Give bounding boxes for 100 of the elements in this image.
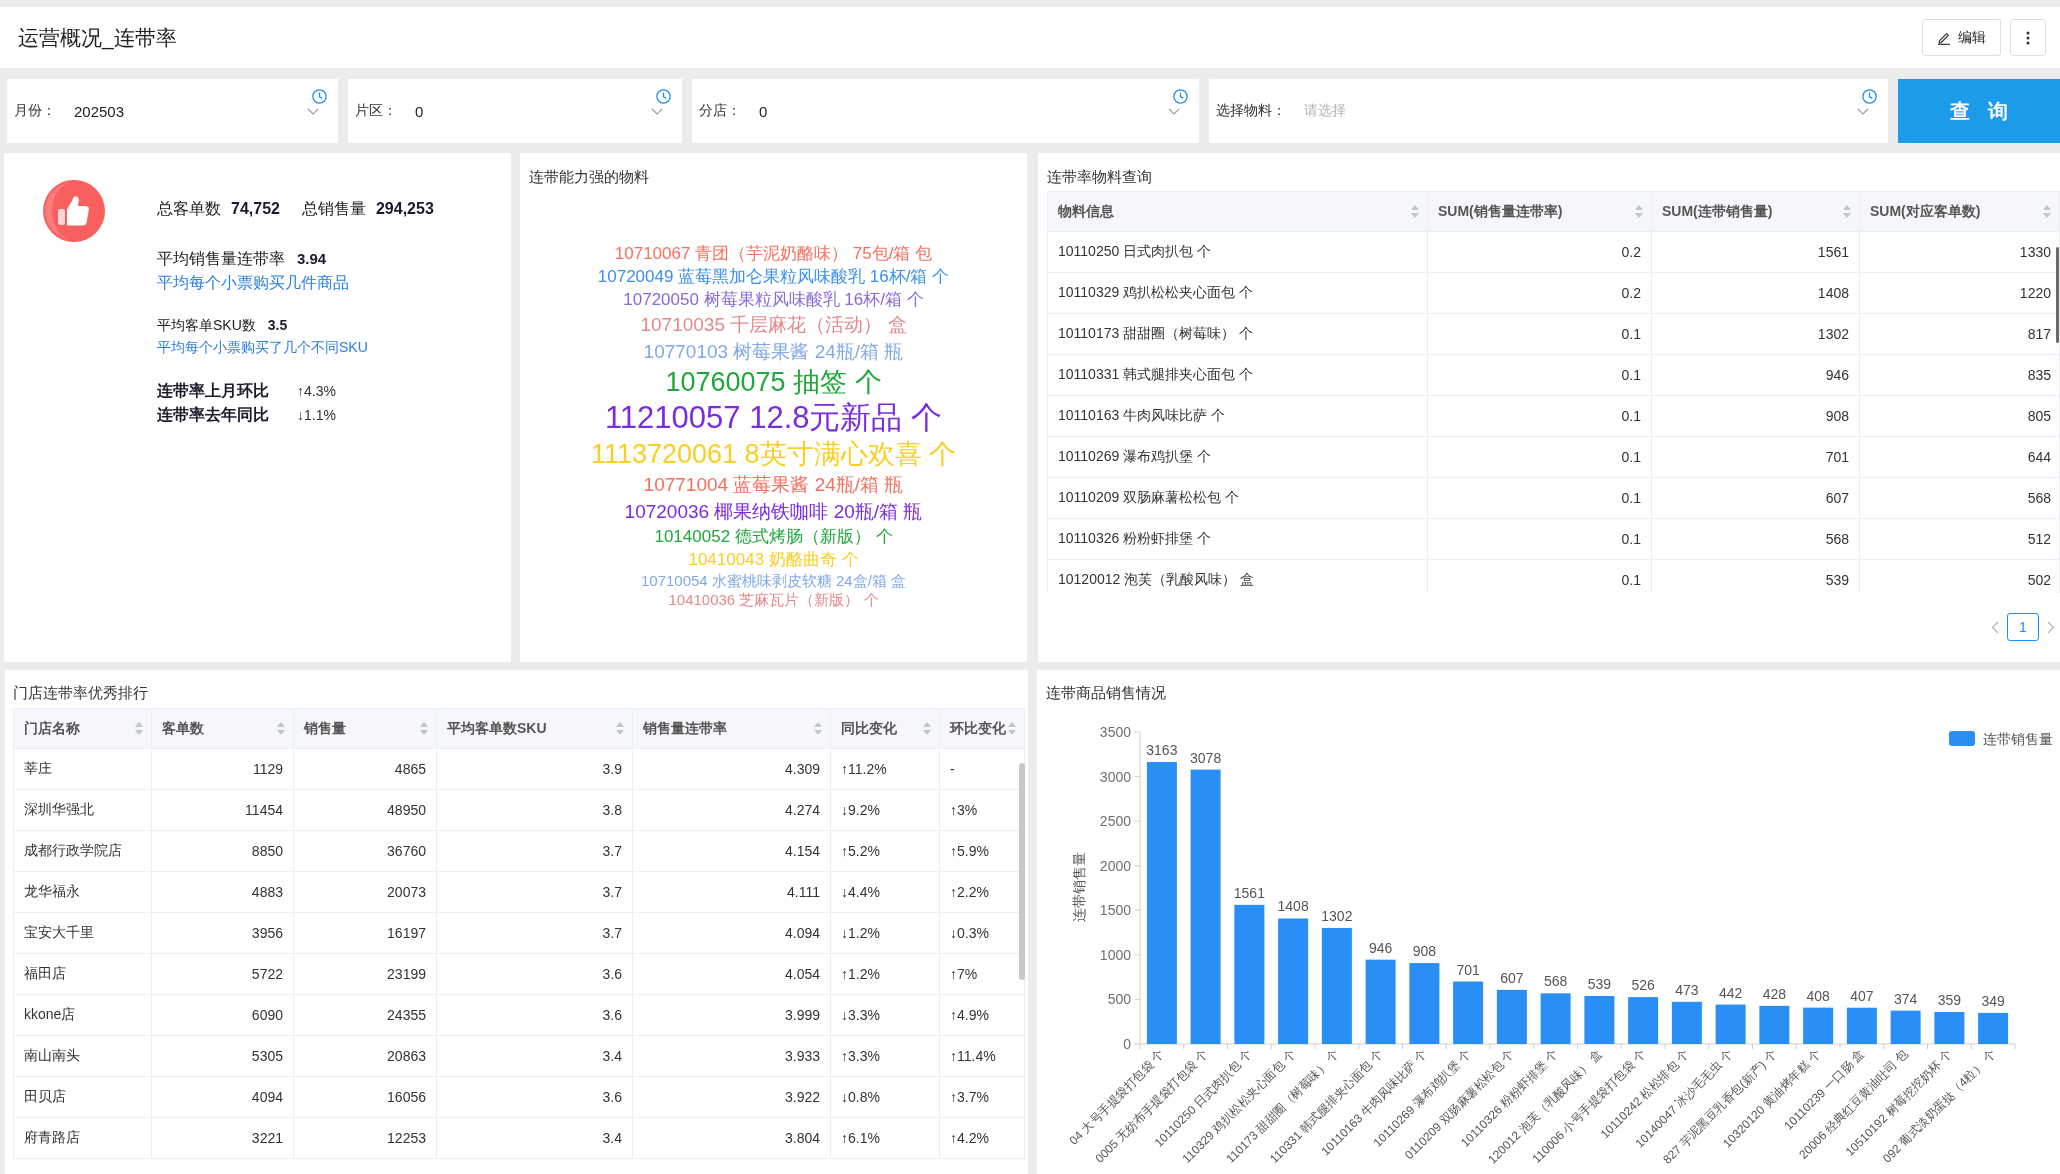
sort-icon [1411,205,1419,218]
data-label: 473 [1675,981,1699,998]
column-header[interactable]: SUM(连带销售量) [1651,191,1860,232]
table-cell: ↓4.4% [830,871,940,913]
scrollbar-thumb[interactable] [1019,763,1025,980]
clock-icon [1173,89,1188,104]
chevron-down-icon [651,107,663,115]
axis-tick-label: 3000 [1099,768,1131,785]
column-header[interactable]: 销售量连带率 [632,708,831,749]
column-header[interactable]: 门店名称 [13,708,152,749]
chart-bar [1496,989,1527,1044]
cloud-word: 10760075 抽签 个 [665,366,882,399]
axis-tick-label: 3500 [1099,724,1131,740]
table-cell: 3.6 [436,953,633,995]
table-cell: 3.4 [436,1117,633,1159]
table-cell: 3.9 [436,748,633,790]
sort-icon [1008,722,1016,735]
column-header[interactable]: 销售量 [293,708,437,749]
chart-bar [1628,997,1659,1044]
change-value: ↓1.1% [297,406,336,425]
clock-icon [312,89,327,104]
edit-button[interactable]: 编辑 [1922,19,2001,56]
select-field[interactable]: 0 [759,93,1180,129]
column-header[interactable]: 平均客单数SKU [436,708,633,749]
table-cell: 16197 [293,912,437,954]
table-cell: 4.111 [632,871,831,913]
more-icon [2026,30,2030,45]
select-field[interactable]: 0 [415,93,663,129]
metric-value: 3.94 [297,249,327,269]
change-value: ↑4.3% [297,382,336,401]
chart-bar [1453,981,1484,1044]
table-cell: 3.804 [632,1117,831,1159]
column-header[interactable]: SUM(对应客单数) [1859,191,2060,232]
table-cell: 3.922 [632,1076,831,1118]
axis-title: 连带销售量 [1071,852,1087,922]
table-cell: 5722 [151,953,294,995]
table-cell: 5305 [151,1035,294,1077]
stat-value: 74,752 [231,199,280,219]
cloud-word: 10720050 树莓果粒风味酸乳 16杯/箱 个 [623,289,924,311]
table-cell: ↑11.2% [830,748,940,790]
next-page-button[interactable] [2047,620,2055,634]
metric-hint: 平均每个小票购买几件商品 [157,273,349,293]
table-cell: 3.6 [436,1076,633,1118]
panel-title: 连带商品销售情况 [1046,683,1166,703]
chevron-down-icon [307,107,319,115]
chart-bar [1715,1004,1746,1044]
column-header[interactable]: 物料信息 [1047,191,1428,232]
data-label: 607 [1500,969,1524,986]
table-cell: 3.7 [436,912,633,954]
sort-icon [1843,205,1851,218]
table-cell: 805 [1859,395,2060,437]
field-label: 选择物料： [1216,102,1286,120]
select-field[interactable]: 202503 [74,93,319,129]
previous-page-button[interactable] [1991,620,1999,634]
table-cell: 府青路店 [13,1117,152,1159]
table-cell: ↓3.3% [830,994,940,1036]
table-cell: 568 [1859,477,2060,519]
table-cell: 0.1 [1427,313,1652,355]
table-cell: 0.1 [1427,518,1652,560]
table-cell: 3.6 [436,994,633,1036]
column-header[interactable]: 客单数 [151,708,294,749]
chart-bar [1978,1012,2009,1044]
column-header[interactable]: 环比变化 [939,708,1025,749]
table-cell: 1408 [1651,272,1860,314]
table-cell: 568 [1651,518,1860,560]
table-cell: 10110173 甜甜圈（树莓味） 个 [1047,313,1428,355]
legend-label: 连带销售量 [1983,730,2053,747]
table-cell: 0.2 [1427,231,1652,273]
table-cell: 0.1 [1427,477,1652,519]
table-cell: 10110163 牛肉风味比萨 个 [1047,395,1428,437]
axis-tick-label: 1500 [1099,902,1131,919]
pencil-icon [1937,30,1951,45]
stat-label: 总销售量 [301,199,366,219]
cloud-word: 10770103 树莓果酱 24瓶/箱 瓶 [643,340,904,364]
cloud-word: 10410036 芝麻瓦片（新版） 个 [668,590,879,609]
table-cell: 4094 [151,1076,294,1118]
table-cell: 3.7 [436,871,633,913]
data-label: 359 [1937,992,1962,1008]
data-label: 526 [1631,977,1655,994]
scrollbar-thumb[interactable] [2056,247,2059,343]
table-cell: 4.274 [632,789,831,831]
table-cell: 11454 [151,789,294,831]
table-cell: 36760 [293,830,437,872]
table-cell: ↑6.1% [830,1117,940,1159]
data-label: 3163 [1146,742,1178,759]
table-cell: ↑5.2% [830,830,940,872]
data-label: 442 [1718,984,1743,1001]
cloud-word: 10771004 蓝莓果酱 24瓶/箱 瓶 [643,473,904,497]
table-cell: 3.8 [436,789,633,831]
table-cell: 908 [1651,395,1860,437]
data-label: 539 [1587,975,1612,992]
data-label: 568 [1543,973,1568,990]
table-cell: 835 [1859,354,2060,396]
panel-title: 门店连带率优秀排行 [13,683,148,703]
more-button[interactable] [2010,19,2046,56]
column-header[interactable]: 同比变化 [830,708,940,749]
table-cell: ↓0.8% [830,1076,940,1118]
table-cell: 10110329 鸡扒松松夹心面包 个 [1047,272,1428,314]
column-header[interactable]: SUM(销售量连带率) [1427,191,1652,232]
cloud-word: 11210057 12.8元新品 个 [604,399,943,437]
